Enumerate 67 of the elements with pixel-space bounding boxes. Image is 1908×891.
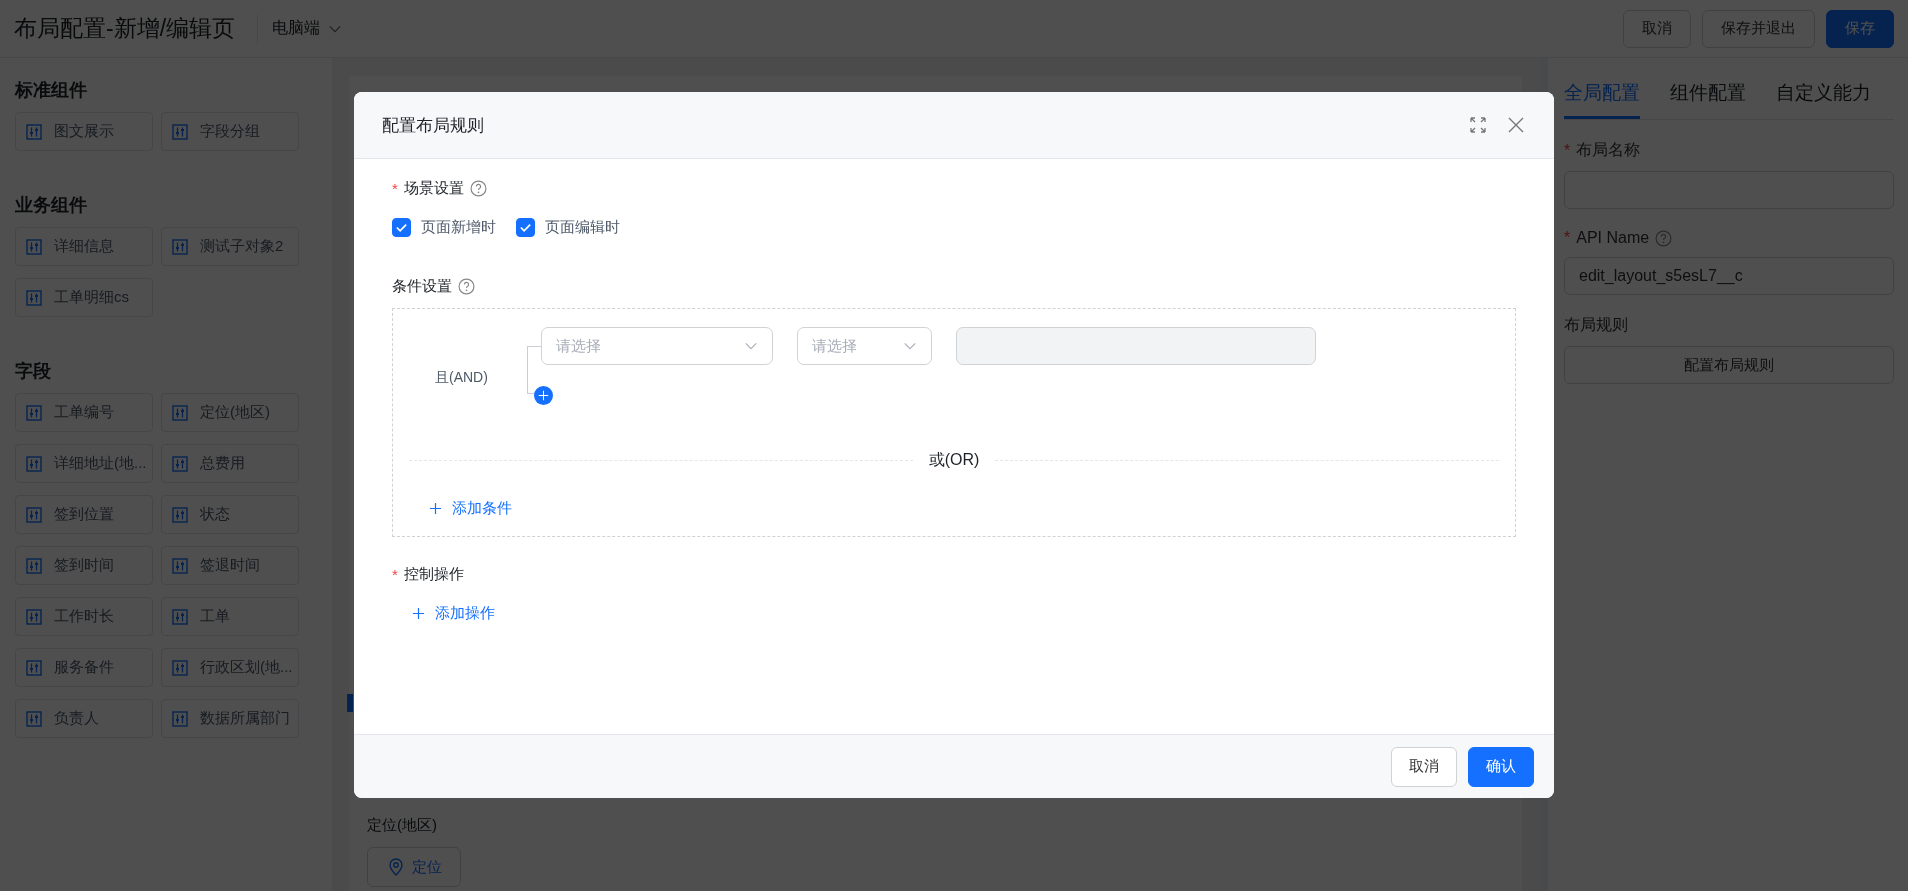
sliders-icon (172, 710, 188, 727)
checkbox-label: 页面编辑时 (545, 218, 620, 237)
sliders-icon (26, 710, 42, 727)
checkbox[interactable] (392, 218, 411, 237)
page-title: 布局配置-新增/编辑页 (14, 14, 236, 43)
sliders-icon (172, 455, 188, 472)
location-button[interactable]: 定位 (367, 847, 461, 887)
section-label: 场景设置 (403, 179, 464, 198)
sliders-icon (172, 238, 188, 255)
close-icon[interactable] (1506, 115, 1526, 135)
sliders-icon (26, 123, 42, 140)
sliders-icon (26, 608, 42, 625)
field-label: 布局名称 (1576, 140, 1641, 160)
select-field[interactable]: 请选择 (541, 327, 773, 365)
field-label: API Name (1576, 229, 1650, 247)
checkmark-icon (519, 221, 532, 234)
panel-tab[interactable]: 自定义能力 (1776, 72, 1871, 119)
sliders-icon (172, 404, 188, 421)
location-pin-icon (386, 857, 406, 877)
plus-icon (412, 607, 425, 620)
sliders-icon (172, 506, 188, 523)
checkmark-icon (395, 221, 408, 234)
sliders-icon (172, 659, 188, 676)
sliders-icon (26, 455, 42, 472)
configure-rule-button[interactable]: 配置布局规则 (1564, 346, 1894, 384)
required-mark: * (1564, 229, 1571, 247)
add-row-button[interactable] (534, 386, 553, 405)
header-button[interactable]: 保存 (1826, 9, 1894, 48)
header-button[interactable]: 取消 (1623, 9, 1691, 48)
section-label: 控制操作 (403, 565, 464, 584)
panel-tab[interactable]: 全局配置 (1564, 72, 1640, 119)
sliders-icon (172, 608, 188, 625)
plus-icon (538, 390, 549, 401)
sliders-icon (26, 506, 42, 523)
field-label: 定位(地区) (367, 816, 438, 835)
sliders-icon (26, 659, 42, 676)
modal-title: 配置布局规则 (382, 114, 484, 137)
group-title: 字段 (15, 360, 52, 383)
sliders-icon (26, 557, 42, 574)
sliders-icon (172, 123, 188, 140)
sliders-icon (172, 557, 188, 574)
or-label: 或(OR) (928, 450, 980, 470)
section-label: 条件设置 (392, 277, 452, 296)
add-action-link[interactable]: 添加操作 (412, 604, 495, 623)
required-mark: * (392, 180, 398, 197)
header-button[interactable]: 保存并退出 (1702, 9, 1815, 48)
checkbox[interactable] (516, 218, 535, 237)
checkbox-label: 页面新增时 (421, 218, 496, 237)
group-label: 且(AND) (434, 369, 489, 387)
sliders-icon (26, 289, 42, 306)
select-field[interactable]: 请选择 (797, 327, 932, 365)
required-mark: * (1564, 141, 1571, 160)
input-field[interactable]: edit_layout_s5esL7__c (1564, 257, 1894, 295)
required-mark: * (392, 566, 398, 583)
panel-tab[interactable]: 组件配置 (1670, 72, 1746, 119)
dialog-button[interactable]: 确认 (1468, 746, 1534, 787)
sliders-icon (26, 238, 42, 255)
fullscreen-icon[interactable] (1468, 115, 1488, 135)
plus-icon (429, 502, 442, 515)
device-dropdown[interactable]: 电脑端 (272, 18, 343, 39)
section-marker (347, 694, 353, 712)
group-title: 业务组件 (15, 194, 88, 217)
field-label: 布局规则 (1564, 315, 1628, 335)
group-title: 标准组件 (15, 79, 88, 102)
dialog-button[interactable]: 取消 (1391, 746, 1457, 787)
add-condition-link[interactable]: 添加条件 (429, 499, 512, 518)
sliders-icon (26, 404, 42, 421)
